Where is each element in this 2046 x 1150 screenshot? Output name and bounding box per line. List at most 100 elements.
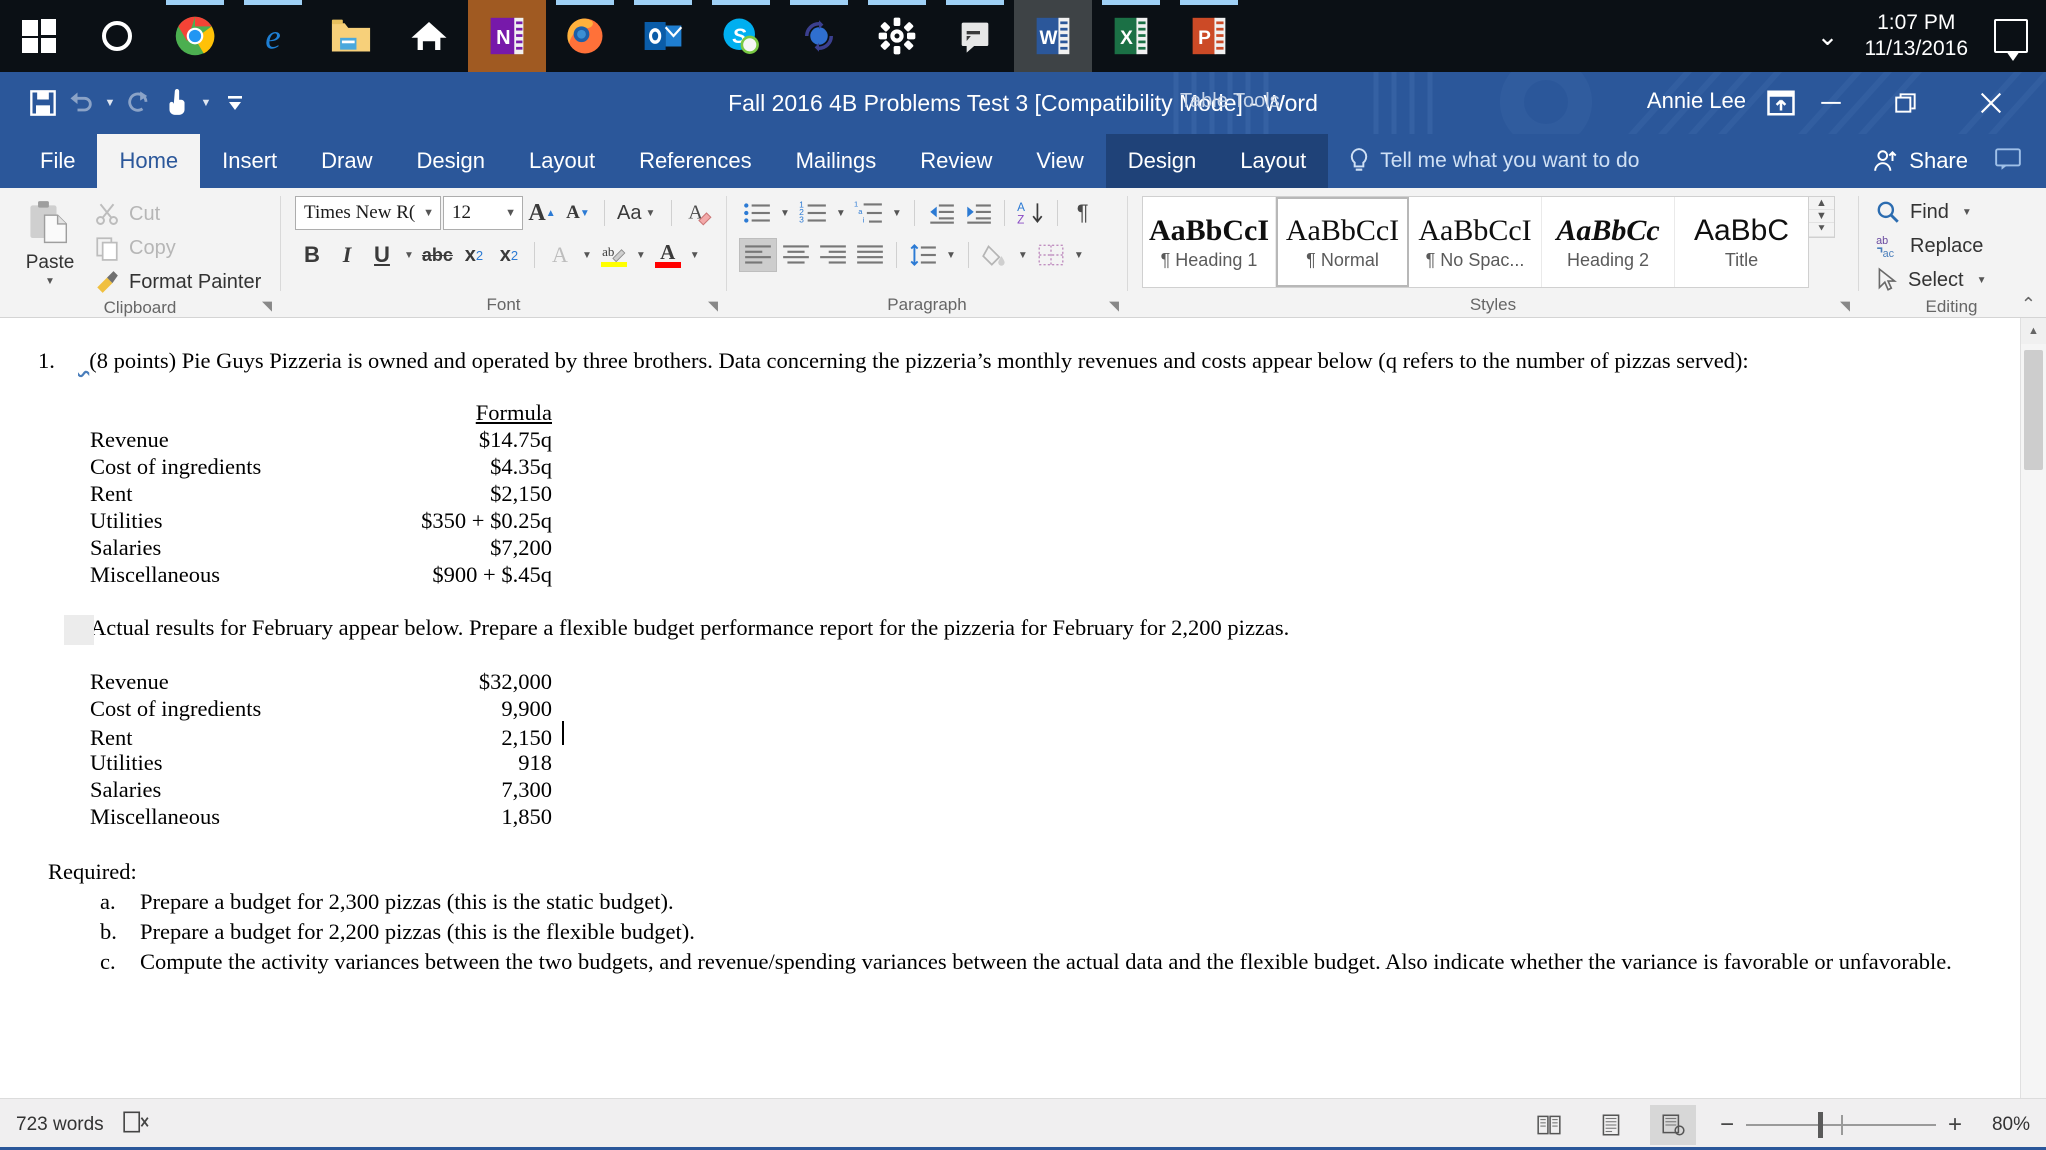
font-size-caret[interactable]: ▼	[505, 207, 516, 219]
scroll-track[interactable]	[2021, 344, 2046, 1118]
find-caret[interactable]: ▼	[1958, 207, 1976, 218]
clear-formatting-button[interactable]: A	[681, 196, 717, 230]
account-name[interactable]: Annie Lee	[1647, 88, 1746, 114]
share-button[interactable]: Share	[1873, 148, 1968, 174]
sort-button[interactable]: A Z	[1013, 196, 1049, 230]
shading-button[interactable]	[977, 238, 1013, 272]
touch-mouse-mode-button[interactable]	[160, 86, 194, 120]
tab-draw[interactable]: Draw	[299, 134, 394, 188]
document-page[interactable]: 1. (8 points) Pie Guys Pizzeria is owned…	[0, 318, 2020, 1144]
replace-button[interactable]: ab ac Replace	[1871, 230, 1987, 262]
superscript-button[interactable]: x2	[492, 238, 526, 272]
action-center-icon[interactable]	[1994, 19, 2028, 61]
zoom-slider[interactable]: − + 80%	[1720, 1111, 2030, 1138]
copy-button[interactable]: Copy	[90, 232, 265, 264]
tab-table-design[interactable]: Design	[1105, 134, 1219, 188]
underline-caret[interactable]: ▼	[400, 250, 418, 261]
start-button[interactable]	[0, 0, 78, 72]
justify-button[interactable]	[852, 238, 888, 272]
tab-mailings[interactable]: Mailings	[774, 134, 899, 188]
highlight-caret[interactable]: ▼	[632, 250, 650, 261]
paragraph-dialog-launcher[interactable]: ◥	[1109, 298, 1119, 314]
change-case-caret[interactable]: ▼	[641, 208, 659, 219]
zoom-thumb[interactable]	[1818, 1111, 1824, 1138]
shading-caret[interactable]: ▼	[1014, 250, 1032, 261]
numbering-caret[interactable]: ▼	[832, 208, 850, 219]
restore-button[interactable]	[1871, 72, 1941, 134]
minimize-button[interactable]	[1796, 72, 1866, 134]
taskbar-home[interactable]	[390, 0, 468, 72]
text-effects-button[interactable]: A	[543, 238, 577, 272]
tab-layout[interactable]: Layout	[507, 134, 617, 188]
styles-scroll-up[interactable]: ▲	[1809, 197, 1834, 210]
multilevel-list-button[interactable]: 1ai	[851, 196, 887, 230]
zoom-in-button[interactable]: +	[1948, 1112, 1962, 1137]
bold-button[interactable]: B	[295, 238, 329, 272]
undo-button[interactable]	[64, 86, 98, 120]
taskbar-file-explorer[interactable]	[312, 0, 390, 72]
paste-dropdown-caret[interactable]: ▼	[41, 276, 59, 287]
italic-button[interactable]: I	[330, 238, 364, 272]
align-right-button[interactable]	[815, 238, 851, 272]
tab-insert[interactable]: Insert	[200, 134, 299, 188]
multilevel-caret[interactable]: ▼	[888, 208, 906, 219]
comment-icon[interactable]	[1994, 146, 2022, 177]
align-left-button[interactable]	[739, 238, 777, 272]
show-formatting-marks-button[interactable]: ¶	[1066, 196, 1100, 230]
select-button[interactable]: Select ▼	[1871, 264, 1995, 296]
scroll-thumb[interactable]	[2024, 350, 2043, 470]
tell-me-box[interactable]: Tell me what you want to do	[1328, 134, 1639, 188]
grow-font-button[interactable]: A ▲	[525, 196, 559, 230]
borders-button[interactable]	[1033, 238, 1069, 272]
taskbar-onenote[interactable]: N	[468, 0, 546, 72]
font-color-button[interactable]: A	[651, 238, 685, 272]
tab-view[interactable]: View	[1014, 134, 1105, 188]
vertical-scrollbar[interactable]: ▲ ▼	[2020, 318, 2046, 1144]
taskbar-skype[interactable]: S	[702, 0, 780, 72]
print-layout-view[interactable]	[1588, 1105, 1634, 1145]
font-dialog-launcher[interactable]: ◥	[708, 298, 718, 314]
numbering-button[interactable]: 123	[795, 196, 831, 230]
font-size-combo[interactable]: 12 ▼	[443, 196, 523, 230]
read-mode-view[interactable]	[1526, 1105, 1572, 1145]
style-normal[interactable]: AaBbCcI ¶ Normal	[1276, 197, 1409, 287]
taskbar-chrome[interactable]	[156, 0, 234, 72]
close-button[interactable]	[1956, 72, 2026, 134]
taskbar-powerpoint[interactable]: P	[1170, 0, 1248, 72]
taskbar-sync[interactable]	[780, 0, 858, 72]
format-painter-button[interactable]: Format Painter	[90, 266, 265, 298]
redo-button[interactable]	[122, 86, 156, 120]
tab-file[interactable]: File	[18, 134, 97, 188]
styles-more-button[interactable]: ⯆	[1809, 223, 1834, 237]
paste-button[interactable]: Paste ▼	[10, 196, 90, 287]
styles-dialog-launcher[interactable]: ◥	[1840, 298, 1850, 314]
tab-references[interactable]: References	[617, 134, 774, 188]
find-button[interactable]: Find ▼	[1871, 196, 1980, 228]
customize-qat-button[interactable]	[218, 86, 252, 120]
text-effects-caret[interactable]: ▼	[578, 250, 596, 261]
style-no-spacing[interactable]: AaBbCcI ¶ No Spac...	[1409, 197, 1542, 287]
underline-button[interactable]: U	[365, 238, 399, 272]
touch-mode-dropdown-caret[interactable]: ▼	[198, 86, 214, 120]
taskbar-word[interactable]: W	[1014, 0, 1092, 72]
style-heading-2[interactable]: AaBbCc Heading 2	[1542, 197, 1675, 287]
clock[interactable]: 1:07 PM 11/13/2016	[1864, 10, 1968, 62]
tab-home[interactable]: Home	[97, 134, 201, 188]
tab-table-layout[interactable]: Layout	[1218, 134, 1329, 188]
decrease-indent-button[interactable]	[923, 196, 959, 230]
bullets-button[interactable]	[739, 196, 775, 230]
taskbar-firefox[interactable]	[546, 0, 624, 72]
font-family-caret[interactable]: ▼	[423, 207, 434, 219]
web-layout-view[interactable]	[1649, 1104, 1696, 1145]
align-center-button[interactable]	[778, 238, 814, 272]
cortana-button[interactable]	[78, 0, 156, 72]
style-title[interactable]: AaBbC Title	[1675, 197, 1808, 287]
style-heading-1[interactable]: AaBbCcI ¶ Heading 1	[1143, 197, 1276, 287]
strikethrough-button[interactable]: abc	[419, 238, 456, 272]
word-count[interactable]: 723 words	[16, 1114, 104, 1136]
clipboard-dialog-launcher[interactable]: ◥	[262, 298, 272, 314]
save-button[interactable]	[26, 86, 60, 120]
scroll-up-button[interactable]: ▲	[2021, 318, 2046, 344]
font-family-combo[interactable]: Times New R( ▼	[295, 196, 441, 230]
tab-design[interactable]: Design	[395, 134, 507, 188]
